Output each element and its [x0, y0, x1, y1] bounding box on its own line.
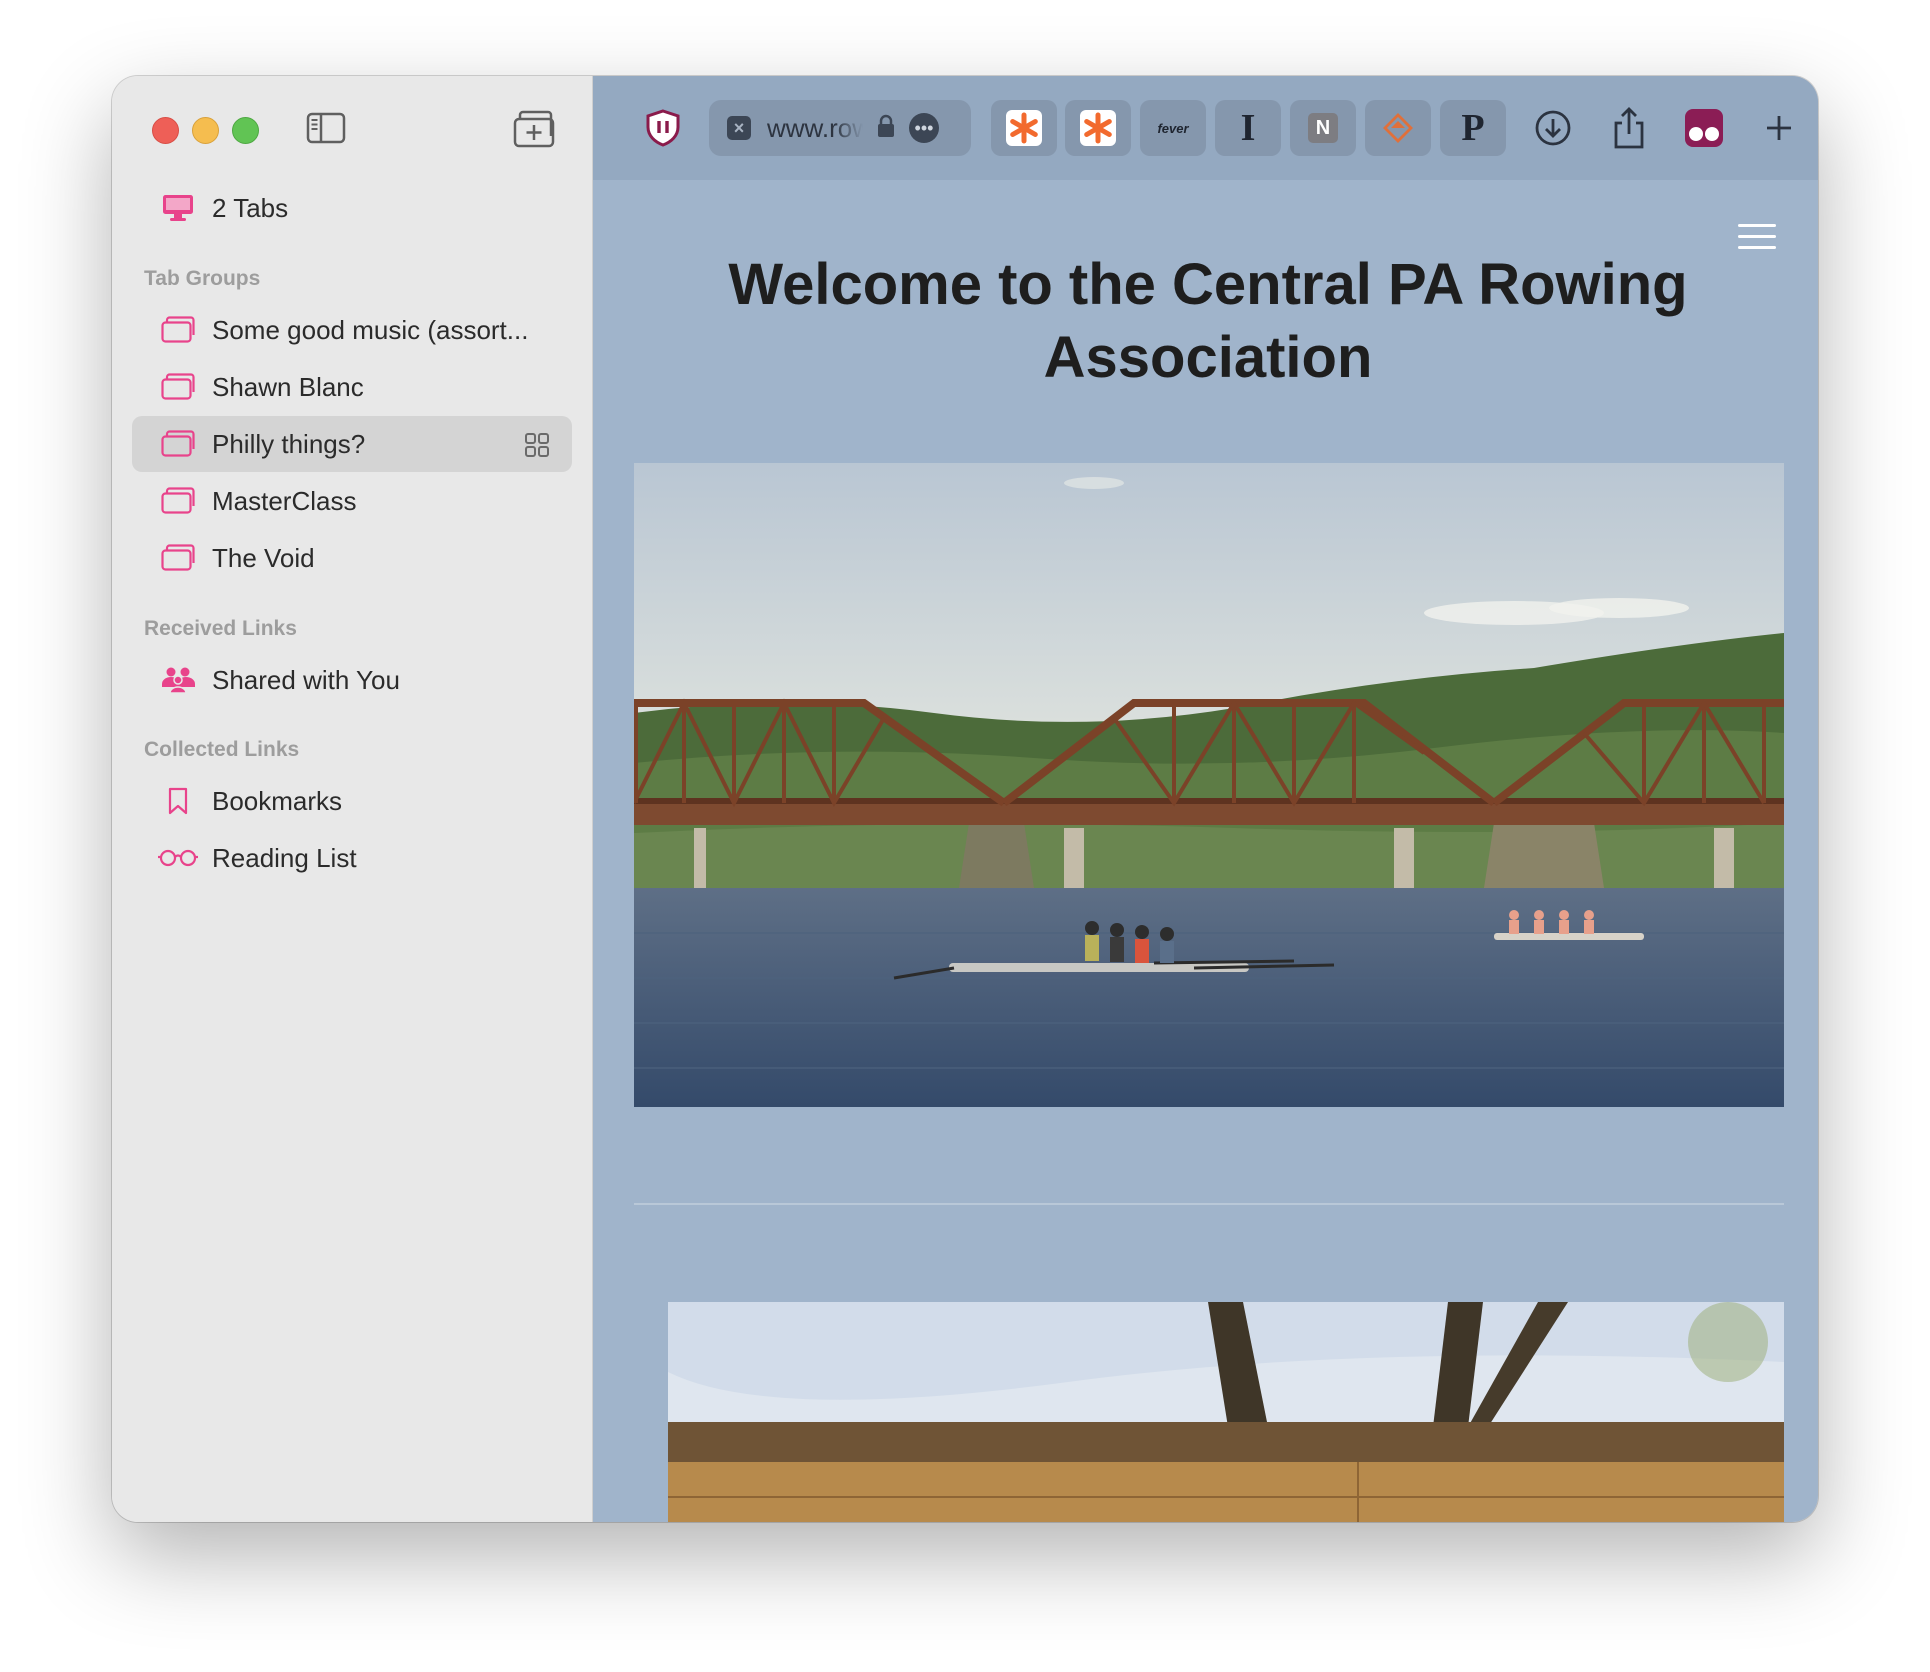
- asterisk-orange-icon[interactable]: [991, 100, 1057, 156]
- tab-overview-avatar-icon[interactable]: [1676, 100, 1732, 156]
- sidebar-item-label: 2 Tabs: [212, 192, 289, 223]
- close-tab-icon[interactable]: ×: [727, 116, 751, 140]
- tab-group-icon: [156, 426, 200, 462]
- sidebar-item-label: MasterClass: [212, 485, 357, 516]
- notion-icon-text: N: [1308, 113, 1338, 143]
- close-window-button[interactable]: [152, 117, 179, 144]
- desktop-icon: [156, 190, 200, 226]
- privacy-shield-icon[interactable]: [635, 100, 691, 156]
- pinboard-icon[interactable]: P: [1440, 100, 1506, 156]
- sidebar-item-label: Bookmarks: [212, 785, 343, 816]
- glasses-icon: [156, 840, 200, 876]
- notion-icon[interactable]: N: [1290, 100, 1356, 156]
- sidebar-item-label: Shawn Blanc: [212, 371, 364, 402]
- sidebar-item-tab-group[interactable]: Shawn Blanc: [132, 359, 572, 415]
- boathouse-image: [668, 1302, 1784, 1522]
- received-links-header: Received Links: [144, 617, 297, 640]
- sidebar-item-label: The Void: [212, 542, 315, 573]
- lock-icon: [877, 114, 895, 143]
- tab-group-icon: [156, 483, 200, 519]
- asterisk-orange-icon[interactable]: [1065, 100, 1131, 156]
- sidebar-item-tabs[interactable]: 2 Tabs: [132, 180, 572, 236]
- tab-groups-header: Tab Groups: [144, 267, 261, 290]
- hero-image-rowing-bridge: [634, 463, 1784, 1107]
- sidebar-item-label: Philly things?: [212, 428, 366, 459]
- url-text: www.rowing: [767, 112, 863, 143]
- instapaper-icon-text: I: [1240, 107, 1256, 149]
- browser-window: 2 Tabs Tab Groups Some good music (assor…: [112, 76, 1818, 1522]
- people-icon: [156, 662, 200, 698]
- minimize-window-button[interactable]: [192, 117, 219, 144]
- sidebar-item-tab-group[interactable]: MasterClass: [132, 473, 572, 529]
- address-bar[interactable]: × www.rowing •••: [709, 100, 971, 156]
- new-tab-group-icon[interactable]: [512, 110, 556, 153]
- main-content: × www.rowing ••• fever I N: [593, 76, 1818, 1522]
- sidebar-item-shared-with-you[interactable]: Shared with You: [132, 652, 572, 708]
- tab-group-icon: [156, 540, 200, 576]
- tab-overview-grid-icon[interactable]: [524, 432, 550, 463]
- tab-group-icon: [156, 312, 200, 348]
- bookmark-icon: [156, 783, 200, 819]
- sidebar-item-tab-group[interactable]: Some good music (assort...: [132, 302, 572, 358]
- diamond-icon[interactable]: [1365, 100, 1431, 156]
- fever-icon[interactable]: fever: [1140, 100, 1206, 156]
- sidebar-item-tab-group-selected[interactable]: Philly things?: [132, 416, 572, 472]
- page-menu-ellipsis-icon[interactable]: •••: [909, 113, 939, 143]
- share-icon[interactable]: [1601, 100, 1657, 156]
- download-icon[interactable]: [1525, 100, 1581, 156]
- sidebar-item-label: Reading List: [212, 842, 357, 873]
- instapaper-icon[interactable]: I: [1215, 100, 1281, 156]
- toolbar: × www.rowing ••• fever I N: [593, 76, 1818, 180]
- content-divider: [634, 1203, 1784, 1205]
- page-title: Welcome to the Central PA Rowing Associa…: [728, 252, 1688, 390]
- sidebar-item-label: Shared with You: [212, 664, 400, 695]
- sidebar: 2 Tabs Tab Groups Some good music (assor…: [112, 76, 593, 1522]
- sidebar-toggle-icon[interactable]: [306, 112, 346, 149]
- tab-group-icon: [156, 369, 200, 405]
- collected-links-header: Collected Links: [144, 738, 300, 761]
- pinboard-icon-text: P: [1461, 107, 1485, 149]
- fever-icon-text: fever: [1157, 120, 1189, 136]
- sidebar-item-reading-list[interactable]: Reading List: [132, 830, 572, 886]
- sidebar-item-bookmarks[interactable]: Bookmarks: [132, 773, 572, 829]
- zoom-window-button[interactable]: [232, 117, 259, 144]
- sidebar-item-label: Some good music (assort...: [212, 314, 529, 345]
- new-tab-plus-icon[interactable]: [1751, 100, 1807, 156]
- sidebar-item-tab-group[interactable]: The Void: [132, 530, 572, 586]
